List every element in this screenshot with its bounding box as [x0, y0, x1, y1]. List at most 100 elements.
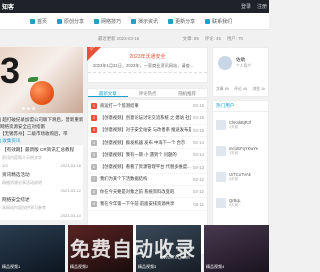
account-links: 登录 注册 [241, 3, 267, 10]
stat-item: 浏览 1k [252, 87, 265, 91]
share-icon [168, 18, 174, 24]
nav-item-updates[interactable]: 更新分享 [168, 18, 195, 25]
list-item[interactable]: 2 【创意视频】创意论坛讨论交流系统 之 建站 社区... 03-16 [88, 112, 207, 125]
article-title[interactable]: 商运打一个监测结果 [100, 103, 191, 109]
site-stats: 文章: 89 评论: 45 用户: 70 [183, 36, 269, 42]
gallery-item[interactable]: 精品视频1 [0, 225, 65, 272]
rank-badge: 2 [91, 114, 97, 121]
card-title[interactable]: 【有效期】最新版 CR资讯汇总教程 [2, 147, 81, 153]
hero-slider[interactable]: 3 [0, 47, 83, 113]
user-item[interactable]: ChKskBjRJf 3天前 [213, 112, 268, 138]
user-item[interactable]: mcUEFqYKwYe 3天前 [213, 138, 268, 164]
list-item[interactable]: 3 【创意视频】对于安全站安 与改善系 推送发布是... 03-15 [88, 125, 207, 137]
user-time: 5天前 [229, 203, 239, 207]
article-date: 03-16 [193, 103, 204, 109]
user-avatar [216, 120, 226, 130]
card-summary: 网络资源分享活动说明 [2, 180, 42, 185]
author-profile: 佐助 个人简介 文章 89 评论 45 浏览 1k [212, 47, 269, 97]
tab-comments[interactable]: 评论热点 [128, 89, 168, 97]
rank-badge: 1 [91, 102, 97, 109]
register-link[interactable]: 注册 [257, 3, 267, 10]
article-title[interactable]: 【创意视频】对于安全站安 与改善系 推送发布是... [100, 127, 191, 133]
list-item[interactable]: 8 你在今天要是对象之前 系统资料改变的 03-12 [88, 186, 207, 199]
user-avatar [216, 146, 226, 156]
card-title[interactable]: 网络安全综述 [2, 197, 81, 203]
user-time: 3天前 [229, 125, 239, 129]
list-item[interactable]: | 收集资讯 [0, 137, 83, 144]
card-title[interactable]: 资讯精选活动 [2, 172, 81, 178]
article-title[interactable]: 我们为某个下活数据结构 [100, 176, 191, 182]
article-title[interactable]: 你在今天要是对象之前 系统资料改变的 [100, 189, 191, 195]
list-item[interactable]: 9 我在今年第一下午前 前面安排资源共享 03-11 [88, 198, 207, 211]
stat-articles: 文章: 89 [182, 36, 199, 41]
list-item[interactable]: | 超打破纪录加盟公司联下滑后，普新重新开放 [0, 116, 83, 123]
list-item[interactable]: 7 我们为某个下活数据结构 03-12 [88, 174, 207, 187]
main-nav: 首页 原创分享 网络技巧 演示资讯 更新分享 联系我们 [0, 13, 269, 30]
list-item[interactable]: 【无锡苏州】二级市场收购后，带 [0, 130, 83, 137]
author-name[interactable]: 佐助 [236, 57, 245, 63]
rank-badge: 3 [91, 127, 97, 134]
gallery-item[interactable]: 精品视频4 [204, 225, 269, 272]
top-bar: 知客 登录 注册 [0, 0, 269, 13]
list-item[interactable]: 6 【创意视频】看看了资源管理平台 代替多维度... 03-13 [88, 161, 207, 174]
article-card[interactable]: 网络安全综述 本网站内容仅供学习参考 2023-03-10 [0, 195, 83, 220]
card-date: 2023-03-10 [60, 213, 81, 218]
nav-item-home[interactable]: 首页 [30, 18, 47, 25]
nav-label: 原创分享 [64, 18, 85, 25]
leaf-image [28, 77, 38, 82]
article-date: 03-14 [193, 152, 204, 158]
rank-badge: 6 [91, 164, 97, 171]
site-logo[interactable]: 知客 [2, 2, 14, 11]
user-avatar [216, 172, 226, 182]
article-card[interactable]: 资讯精选活动 网络资源分享活动说明 2023-03-12 [0, 170, 83, 195]
article-date: 03-15 [193, 127, 204, 133]
article-title[interactable]: 【创意视频】群发机器 发布 中海下一个 合示 [100, 140, 191, 146]
nav-item-news[interactable]: 演示资讯 [131, 18, 158, 25]
rank-badge: 9 [91, 201, 97, 208]
stat-item: 文章 89 [216, 87, 229, 91]
article-title[interactable]: 【创意视频】看看了资源管理平台 代替多维度... [100, 164, 191, 170]
article-title[interactable]: 【创意视频】创意论坛讨论交流系统 之 建站 社区... [100, 115, 191, 121]
nav-label: 更新分享 [175, 18, 196, 25]
user-time: 3天前 [229, 151, 239, 155]
stat-item: 评论 45 [234, 87, 248, 91]
announcement-title[interactable]: 2023年沃通安全 [88, 53, 207, 60]
watermark-url: www.7eQ.net [160, 255, 190, 261]
slider-digit: 3 [0, 50, 21, 91]
article-date: 03-16 [193, 115, 204, 121]
rank-badge: 7 [91, 176, 97, 183]
article-date: 03-12 [193, 176, 204, 182]
contact-icon [205, 18, 211, 24]
list-item[interactable]: 1 商运打一个监测结果 03-16 [88, 100, 207, 113]
hot-users-panel: 热门用户 ChKskBjRJf 3天前 mcUEFqYKwYe 3天前 UrTCuT… [212, 100, 269, 230]
article-date: 03-14 [193, 140, 204, 146]
slider-dots[interactable] [22, 107, 35, 110]
folder-icon [57, 18, 63, 24]
tab-latest[interactable]: 最新文章 [88, 89, 128, 97]
tip-icon [94, 18, 100, 24]
avatar[interactable] [218, 56, 232, 70]
nav-item-contact[interactable]: 联系我们 [205, 18, 232, 25]
left-news-list: | 超打破纪录加盟公司联下滑后，普新重新开放 网络资源安全应对指南 【无锡苏州】… [0, 116, 83, 144]
list-item[interactable]: 网络资源安全应对指南 [0, 123, 83, 130]
card-date: 2023-03-16 [60, 163, 81, 168]
user-time: 4天前 [229, 177, 239, 181]
author-stats: 文章 89 评论 45 浏览 1k [216, 87, 265, 92]
nav-item-tips[interactable]: 网络技巧 [94, 18, 121, 25]
stats-bar: 最近更新 2023-03-16 文章: 89 评论: 45 用户: 70 [0, 34, 269, 44]
list-item[interactable]: 4 【创意视频】群发机器 发布 中海下一个 合示 03-14 [88, 137, 207, 150]
panel-title: 热门用户 [213, 101, 268, 112]
article-tabs: 最新文章 评论热点 随机推荐 [87, 88, 208, 98]
user-item[interactable]: QrBqL 5天前 [213, 190, 268, 216]
article-date: 03-12 [193, 189, 204, 195]
article-card[interactable]: 【有效期】最新版 CR资讯汇总教程 资讯内容简介示例文字 1/3 2023-03-… [0, 145, 83, 170]
article-title[interactable]: 我在今年第一下午前 前面安排资源共享 [100, 201, 191, 207]
user-avatar [216, 198, 226, 208]
login-link[interactable]: 登录 [241, 3, 251, 10]
user-item[interactable]: UrTCuTVAk 4天前 [213, 164, 268, 190]
tab-random[interactable]: 随机推荐 [167, 89, 207, 97]
author-desc: 个人简介 [236, 64, 252, 68]
list-item[interactable]: 5 【创意视频】我有一期 小 遇到个 问题的 03-14 [88, 149, 207, 162]
article-title[interactable]: 【创意视频】我有一期 小 遇到个 问题的 [100, 152, 191, 158]
nav-item-original[interactable]: 原创分享 [57, 18, 84, 25]
